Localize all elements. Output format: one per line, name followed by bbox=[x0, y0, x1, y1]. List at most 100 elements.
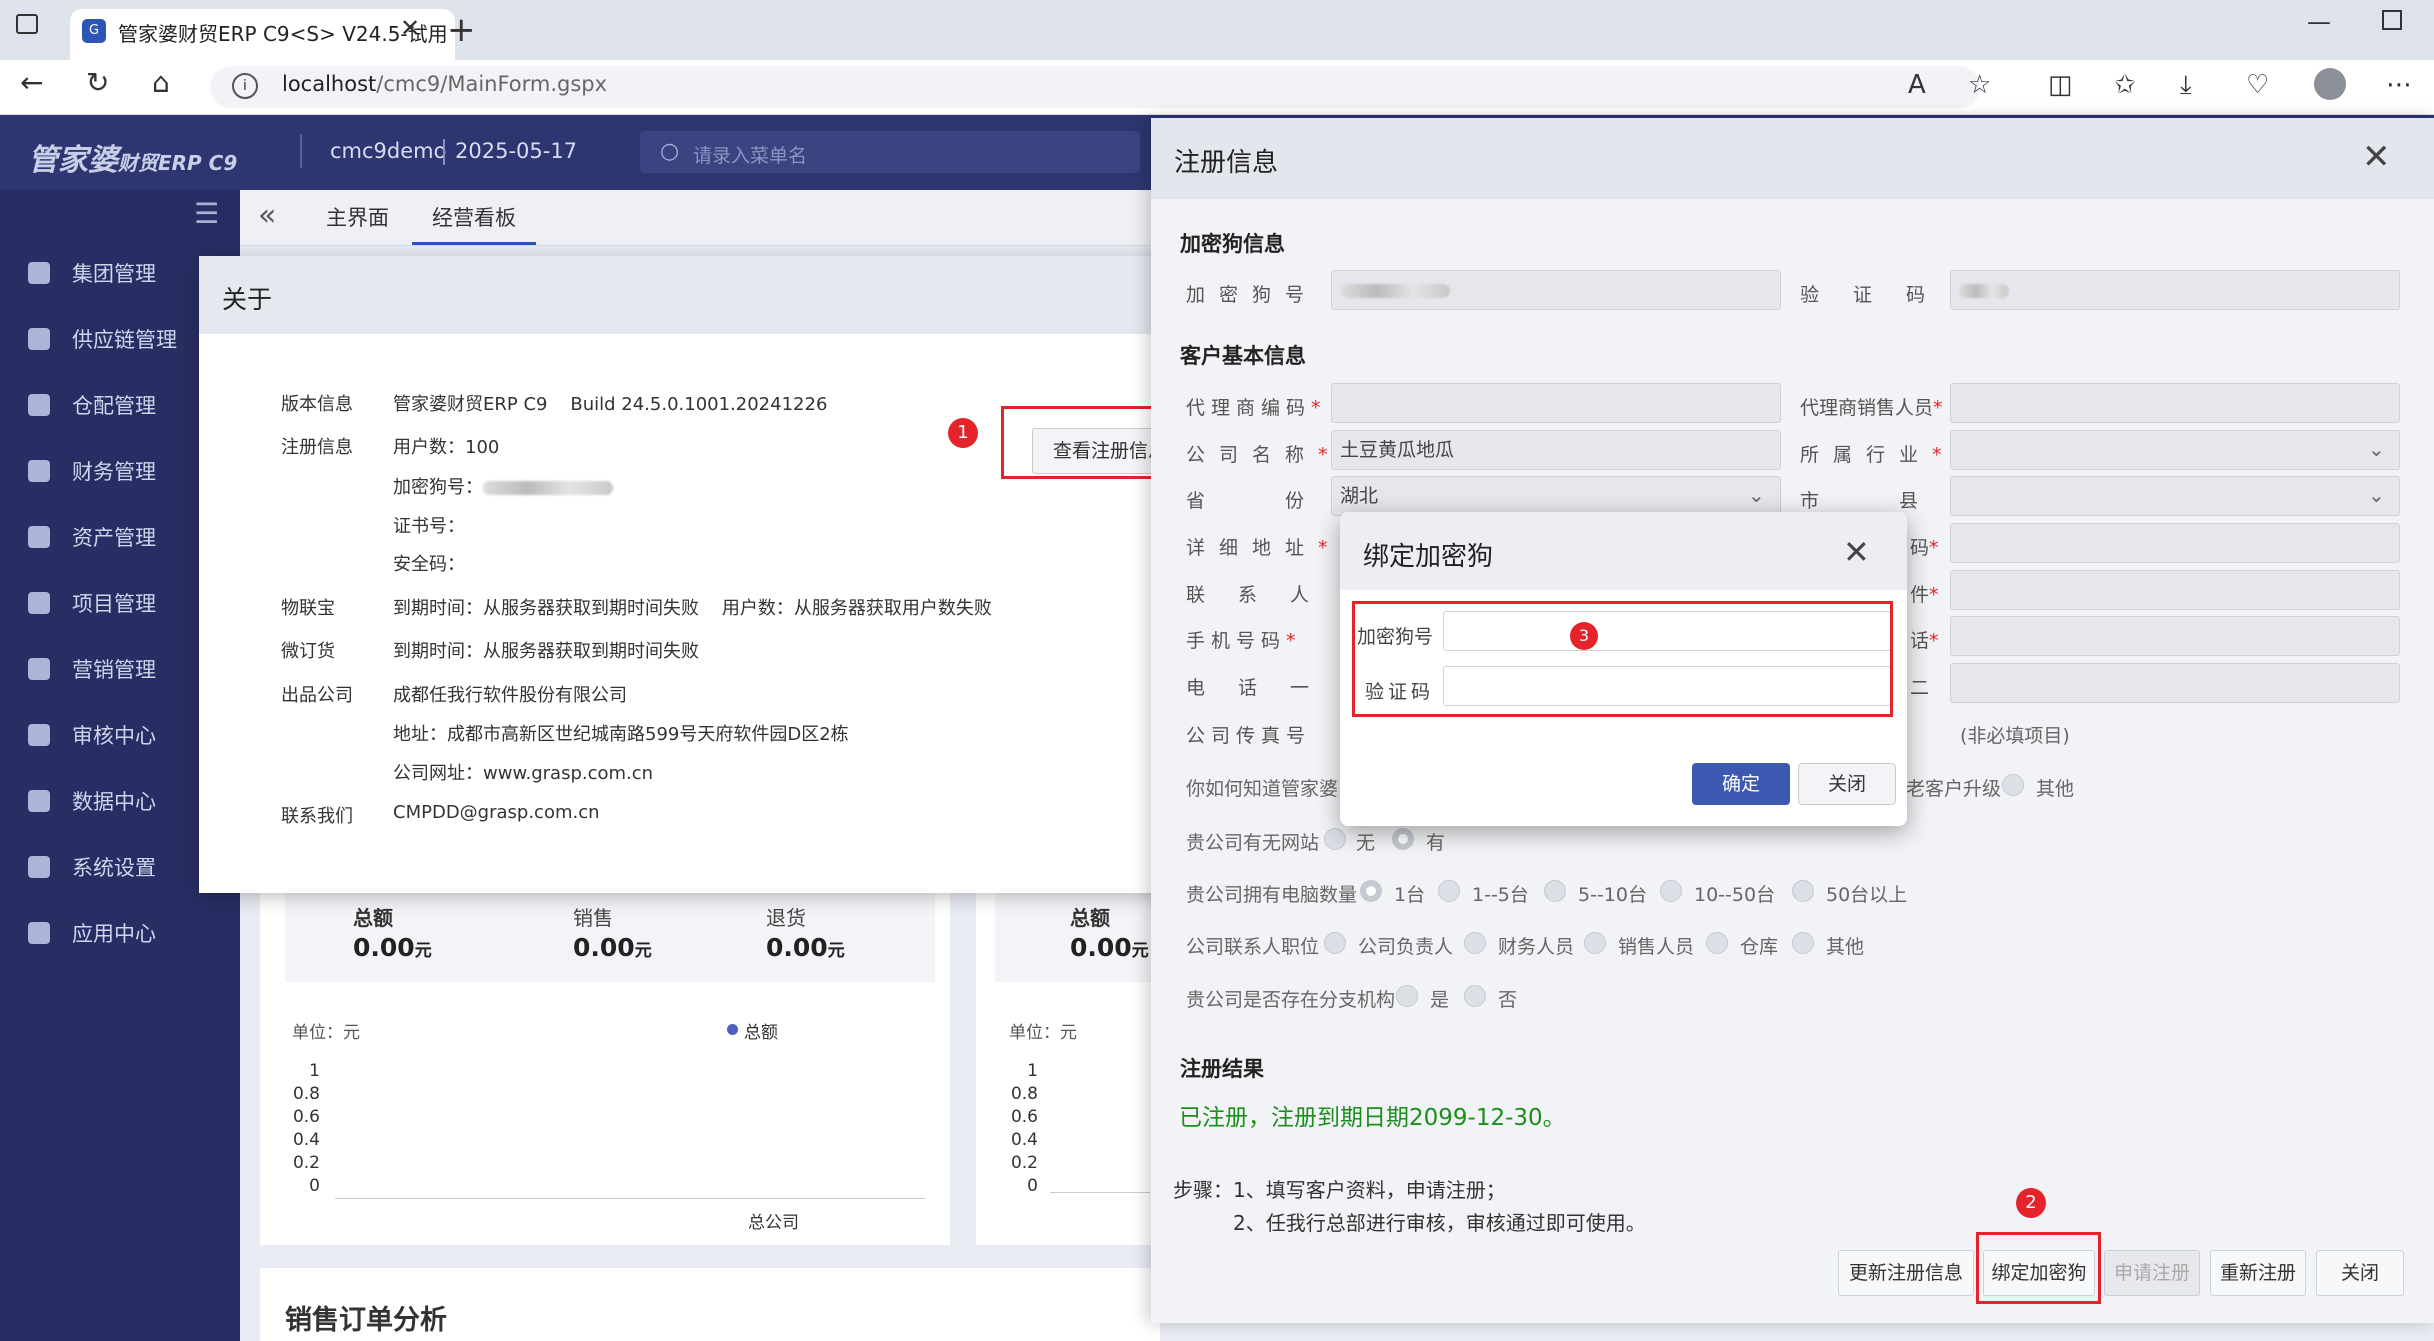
phone-field[interactable] bbox=[1950, 616, 2400, 656]
briefcase-icon bbox=[28, 526, 50, 548]
source-opt-other: 其他 bbox=[2036, 778, 2075, 800]
registration-close-icon[interactable]: ✕ bbox=[2362, 140, 2391, 174]
agent-code-field[interactable] bbox=[1331, 383, 1781, 423]
role-option-radio[interactable] bbox=[1706, 932, 1728, 954]
read-aloud-icon[interactable]: A bbox=[1908, 70, 1926, 100]
user-count: 用户数：100 bbox=[393, 437, 500, 458]
tab-actions-icon[interactable] bbox=[16, 14, 38, 34]
y-tick-label: 0.6 bbox=[292, 1107, 320, 1127]
registration-title: 注册信息 bbox=[1174, 148, 1279, 178]
annotation-badge-3: 3 bbox=[1570, 622, 1598, 650]
registration-close-button[interactable]: 关闭 bbox=[2316, 1250, 2404, 1296]
tab-close-icon[interactable]: ✕ bbox=[400, 14, 420, 42]
sidebar-item[interactable]: 应用中心 bbox=[28, 918, 238, 958]
result-section-title: 注册结果 bbox=[1180, 1057, 1264, 1081]
role-option-label: 财务人员 bbox=[1498, 936, 1575, 958]
company-address: 地址：成都市高新区世纪城南路599号天府软件园D区2栋 bbox=[393, 724, 849, 745]
tab-home[interactable]: 主界面 bbox=[326, 202, 389, 232]
province-select[interactable]: 湖北 bbox=[1331, 476, 1781, 516]
phone2-field[interactable] bbox=[1950, 663, 2400, 703]
industry-select[interactable] bbox=[1950, 430, 2400, 470]
bind-dongle-title: 绑定加密狗 bbox=[1363, 542, 1494, 572]
header-divider bbox=[300, 134, 302, 168]
micro-order-value: 到期时间：从服务器获取到期时间失败 bbox=[393, 641, 699, 662]
postcode-field[interactable] bbox=[1950, 523, 2400, 563]
reload-icon[interactable]: ↻ bbox=[86, 66, 109, 99]
bind-close-button[interactable]: 关闭 bbox=[1798, 763, 1896, 805]
role-option-radio[interactable] bbox=[1584, 932, 1606, 954]
annotation-box-1 bbox=[1001, 406, 1158, 479]
pc-count-option-radio[interactable] bbox=[1660, 880, 1682, 902]
stat-total-value-2: 0.00元 bbox=[1070, 933, 1149, 962]
pc-count-option-radio[interactable] bbox=[1438, 880, 1460, 902]
home-icon[interactable]: ⌂ bbox=[152, 66, 170, 99]
split-screen-icon[interactable]: ◫ bbox=[2048, 70, 2073, 100]
update-registration-button[interactable]: 更新注册信息 bbox=[1838, 1250, 1974, 1296]
annotation-badge-1: 1 bbox=[948, 418, 978, 448]
more-menu-icon[interactable]: ⋯ bbox=[2386, 70, 2412, 100]
favorites-icon[interactable]: ✩ bbox=[2114, 70, 2136, 100]
menu-search-input[interactable]: 请录入菜单名 bbox=[693, 141, 807, 168]
folder-icon bbox=[28, 658, 50, 680]
pc-count-option-radio[interactable] bbox=[1544, 880, 1566, 902]
phone2-label: 二 bbox=[1910, 677, 1930, 699]
new-tab-icon[interactable]: + bbox=[447, 10, 476, 50]
profile-avatar[interactable] bbox=[2314, 68, 2346, 100]
annotation-box-3 bbox=[1352, 601, 1893, 717]
maximize-icon[interactable] bbox=[2382, 10, 2402, 30]
apply-registration-button[interactable]: 申请注册 bbox=[2104, 1250, 2200, 1296]
tabs-back-icon[interactable]: « bbox=[258, 198, 276, 233]
chevron-down-icon[interactable]: ⌄ bbox=[2368, 437, 2385, 461]
email-field[interactable] bbox=[1950, 570, 2400, 610]
chart-xlabel: 总公司 bbox=[748, 1213, 799, 1233]
layers-icon bbox=[28, 262, 50, 284]
company-name-field[interactable]: 土豆黄瓜地瓜 bbox=[1331, 430, 1781, 470]
sidebar-item-label: 集团管理 bbox=[72, 262, 156, 286]
chevron-down-icon[interactable]: ⌄ bbox=[1748, 483, 1765, 507]
health-icon[interactable]: ♡ bbox=[2246, 70, 2269, 100]
bind-dongle-close-icon[interactable]: ✕ bbox=[1843, 536, 1870, 568]
branch-no-radio[interactable] bbox=[1464, 985, 1486, 1007]
tab-dashboard[interactable]: 经营看板 bbox=[412, 202, 536, 245]
blurred-value bbox=[1959, 283, 2009, 298]
favorite-star-icon[interactable]: ☆ bbox=[1968, 70, 1991, 100]
chart-icon bbox=[28, 790, 50, 812]
source-opt-other-radio[interactable] bbox=[2002, 774, 2024, 796]
bind-confirm-button[interactable]: 确定 bbox=[1692, 763, 1790, 805]
stat-total-label: 总额 bbox=[353, 906, 393, 930]
minimize-icon[interactable]: — bbox=[2307, 8, 2331, 36]
pc-count-option-label: 1台 bbox=[1394, 884, 1426, 906]
back-icon[interactable]: ← bbox=[20, 66, 43, 99]
website-no-radio[interactable] bbox=[1324, 828, 1346, 850]
pc-count-option-radio[interactable] bbox=[1360, 880, 1382, 902]
contact-value: CMPDD@grasp.com.cn bbox=[393, 802, 600, 823]
stat-total-label-2: 总额 bbox=[1070, 906, 1110, 930]
reregister-button[interactable]: 重新注册 bbox=[2210, 1250, 2306, 1296]
agent-sales-field[interactable] bbox=[1950, 383, 2400, 423]
y-tick-label: 0.4 bbox=[292, 1130, 320, 1150]
y-tick-label: 0 bbox=[309, 1176, 320, 1196]
city-select[interactable] bbox=[1950, 476, 2400, 516]
customer-section-title: 客户基本信息 bbox=[1180, 344, 1306, 368]
download-icon[interactable]: ⤓ bbox=[2180, 70, 2192, 101]
y-tick-label: 0.8 bbox=[292, 1084, 320, 1104]
branch-yes-radio[interactable] bbox=[1396, 985, 1418, 1007]
role-option-radio[interactable] bbox=[1792, 932, 1814, 954]
sidebar-item-label: 项目管理 bbox=[72, 592, 156, 616]
security-code: 安全码： bbox=[393, 554, 465, 575]
sidebar-collapse-icon[interactable]: ☰ bbox=[194, 197, 219, 230]
legend-dot bbox=[727, 1024, 738, 1035]
apps-icon bbox=[28, 922, 50, 944]
role-option-radio[interactable] bbox=[1464, 932, 1486, 954]
website-yes-label: 有 bbox=[1426, 832, 1446, 854]
site-info-icon[interactable]: i bbox=[232, 73, 258, 99]
email-label: 件* bbox=[1910, 584, 1939, 606]
role-option-radio[interactable] bbox=[1324, 932, 1346, 954]
branch-no-label: 否 bbox=[1498, 989, 1518, 1011]
pc-count-option-radio[interactable] bbox=[1792, 880, 1814, 902]
chevron-down-icon[interactable]: ⌄ bbox=[2368, 483, 2385, 507]
branch-question: 贵公司是否存在分支机构 bbox=[1186, 989, 1396, 1011]
website-yes-radio[interactable] bbox=[1392, 828, 1414, 850]
website-no-label: 无 bbox=[1356, 832, 1376, 854]
browser-tab-title: 管家婆财贸ERP C9<S> V24.5-试用 bbox=[118, 22, 448, 46]
